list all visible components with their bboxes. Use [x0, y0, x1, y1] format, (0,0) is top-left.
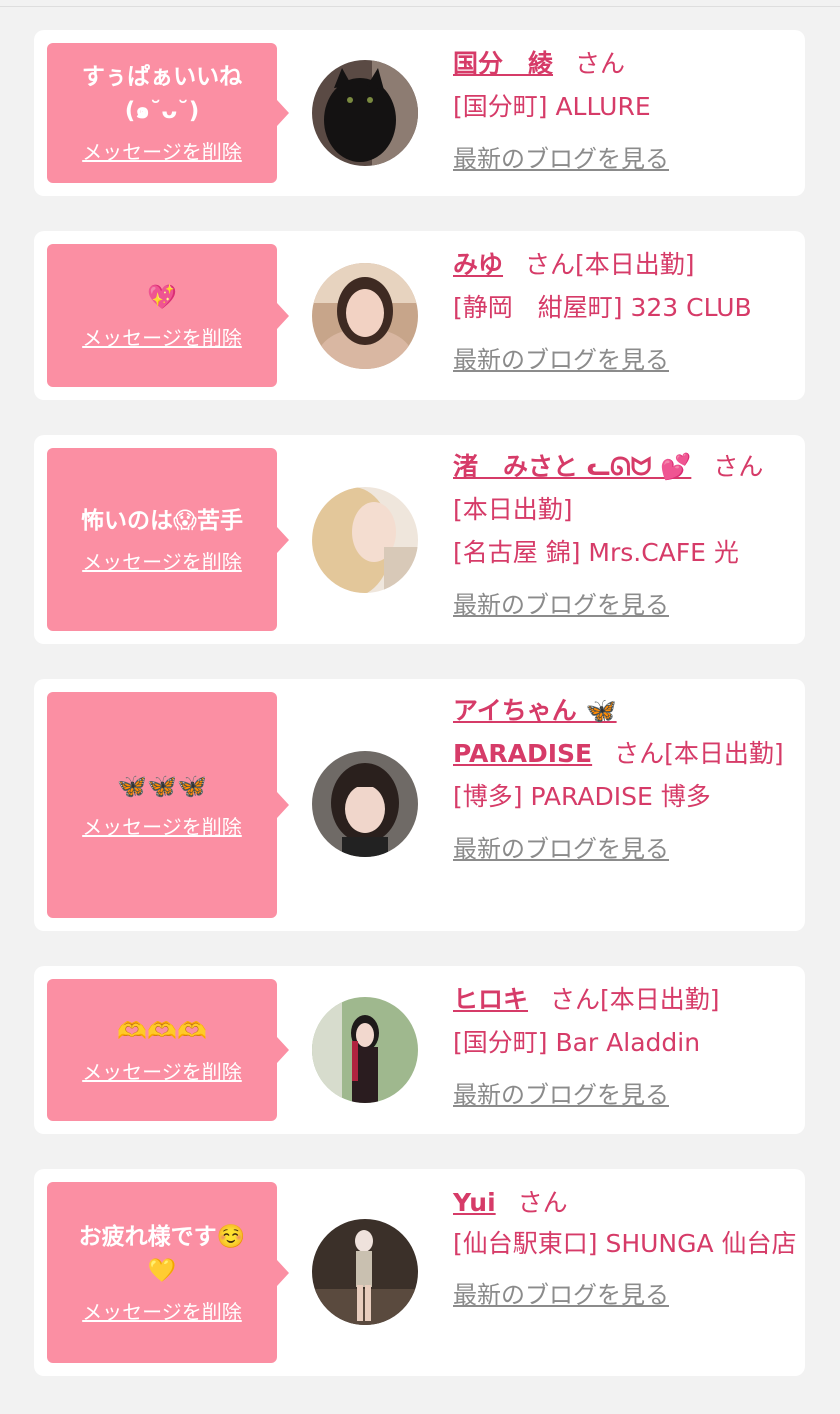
message-line: 🦋🦋🦋: [117, 772, 207, 800]
profile-info: 国分 綾さん [国分町] ALLURE 最新のブログを見る: [453, 42, 798, 181]
favorite-card: すぅぱぁいいね (๑˘ᴗ˘) メッセージを削除 国分 綾さん [国分町] ALL…: [34, 30, 805, 196]
avatar[interactable]: [312, 751, 418, 857]
delete-message-link[interactable]: メッセージを削除: [82, 548, 242, 576]
profile-name-link-cont[interactable]: PARADISE: [453, 739, 592, 768]
favorite-card: 🫶🫶🫶 メッセージを削除 ヒロキ さん[本日出勤] [国分町] Bar Aladd…: [34, 966, 805, 1134]
profile-name-link[interactable]: ヒロキ: [453, 985, 528, 1014]
message-text: 💖: [147, 280, 177, 314]
message-line: すぅぱぁいいね: [81, 64, 243, 90]
status-badge: [本日出勤]: [600, 985, 720, 1014]
honorific: さん: [614, 739, 665, 768]
shop-name: [博多] PARADISE 博多: [453, 782, 711, 811]
latest-blog-link[interactable]: 最新のブログを見る: [453, 138, 798, 181]
latest-blog-link[interactable]: 最新のブログを見る: [453, 1274, 798, 1317]
shop-name: [名古屋 錦] Mrs.CAFE 光: [453, 538, 739, 567]
honorific: さん: [713, 452, 764, 481]
profile-info: Yui さん [仙台駅東口] SHUNGA 仙台店 最新のブログを見る: [453, 1181, 798, 1317]
message-line: 💖: [147, 282, 177, 311]
profile-name-link[interactable]: みゆ: [453, 250, 503, 279]
message-text: 怖いのは😱苦手: [81, 504, 243, 538]
avatar[interactable]: [312, 487, 418, 593]
profile-name-link[interactable]: 渚 みさと ᓚᘏᗢ 💕: [453, 452, 691, 481]
honorific: さん: [525, 250, 576, 279]
message-text: 🦋🦋🦋: [117, 769, 207, 803]
favorite-card: お疲れ様です☺️ 💛 メッセージを削除 Yui さん [仙台駅東口] SHUNGA…: [34, 1169, 805, 1376]
message-text: お疲れ様です☺️ 💛: [79, 1220, 246, 1288]
message-bubble: 🦋🦋🦋 メッセージを削除: [47, 692, 289, 918]
profile-info: 渚 みさと ᓚᘏᗢ 💕 さん [本日出勤] [名古屋 錦] Mrs.CAFE 光 …: [453, 445, 798, 627]
profile-info: みゆ さん[本日出勤] [静岡 紺屋町] 323 CLUB 最新のブログを見る: [453, 243, 798, 382]
profile-name-link[interactable]: アイちゃん 🦋: [453, 696, 617, 725]
shop-name: [国分町] ALLURE: [453, 92, 651, 121]
latest-blog-link[interactable]: 最新のブログを見る: [453, 828, 798, 871]
message-line: (๑˘ᴗ˘): [124, 98, 200, 124]
delete-message-link[interactable]: メッセージを削除: [82, 324, 242, 352]
profile-name-link[interactable]: Yui: [453, 1188, 496, 1217]
latest-blog-link[interactable]: 最新のブログを見る: [453, 339, 798, 382]
profile-name-link[interactable]: 国分 綾: [453, 49, 553, 78]
message-text: すぅぱぁいいね (๑˘ᴗ˘): [82, 60, 242, 128]
delete-message-link[interactable]: メッセージを削除: [82, 1298, 242, 1326]
top-divider: [0, 6, 840, 7]
status-badge: [本日出勤]: [575, 250, 695, 279]
profile-info: ヒロキ さん[本日出勤] [国分町] Bar Aladdin 最新のブログを見る: [453, 978, 798, 1117]
shop-name: [国分町] Bar Aladdin: [453, 1028, 701, 1057]
message-bubble: 💖 メッセージを削除: [47, 244, 289, 387]
message-line: 💛: [147, 1257, 177, 1284]
message-line: お疲れ様です☺️: [78, 1223, 246, 1250]
latest-blog-link[interactable]: 最新のブログを見る: [453, 1074, 798, 1117]
latest-blog-link[interactable]: 最新のブログを見る: [453, 584, 798, 627]
honorific: さん: [517, 1188, 568, 1217]
avatar[interactable]: [312, 60, 418, 166]
shop-name: [静岡 紺屋町] 323 CLUB: [453, 293, 752, 322]
profile-info: アイちゃん 🦋 PARADISE さん[本日出勤] [博多] PARADISE 博…: [453, 689, 798, 871]
delete-message-link[interactable]: メッセージを削除: [82, 1058, 242, 1086]
avatar[interactable]: [312, 263, 418, 369]
message-bubble: 🫶🫶🫶 メッセージを削除: [47, 979, 289, 1121]
avatar[interactable]: [312, 997, 418, 1103]
honorific: さん: [550, 985, 601, 1014]
status-badge: [本日出勤]: [664, 739, 784, 768]
favorite-card: 💖 メッセージを削除 みゆ さん[本日出勤] [静岡 紺屋町] 323 CLUB …: [34, 231, 805, 400]
delete-message-link[interactable]: メッセージを削除: [82, 138, 242, 166]
message-text: 🫶🫶🫶: [117, 1014, 207, 1048]
message-bubble: お疲れ様です☺️ 💛 メッセージを削除: [47, 1182, 289, 1363]
honorific: さん: [575, 49, 626, 78]
status-badge: [本日出勤]: [453, 495, 573, 524]
shop-name: [仙台駅東口] SHUNGA 仙台店: [453, 1229, 797, 1258]
favorite-card: 🦋🦋🦋 メッセージを削除 アイちゃん 🦋 PARADISE さん[本日出勤] [博…: [34, 679, 805, 931]
message-bubble: 怖いのは😱苦手 メッセージを削除: [47, 448, 289, 631]
message-bubble: すぅぱぁいいね (๑˘ᴗ˘) メッセージを削除: [47, 43, 289, 183]
avatar[interactable]: [312, 1219, 418, 1325]
favorite-card: 怖いのは😱苦手 メッセージを削除 渚 みさと ᓚᘏᗢ 💕 さん [本日出勤] [名…: [34, 435, 805, 644]
delete-message-link[interactable]: メッセージを削除: [82, 813, 242, 841]
message-line: 怖いのは😱苦手: [81, 507, 243, 534]
message-line: 🫶🫶🫶: [117, 1017, 207, 1045]
